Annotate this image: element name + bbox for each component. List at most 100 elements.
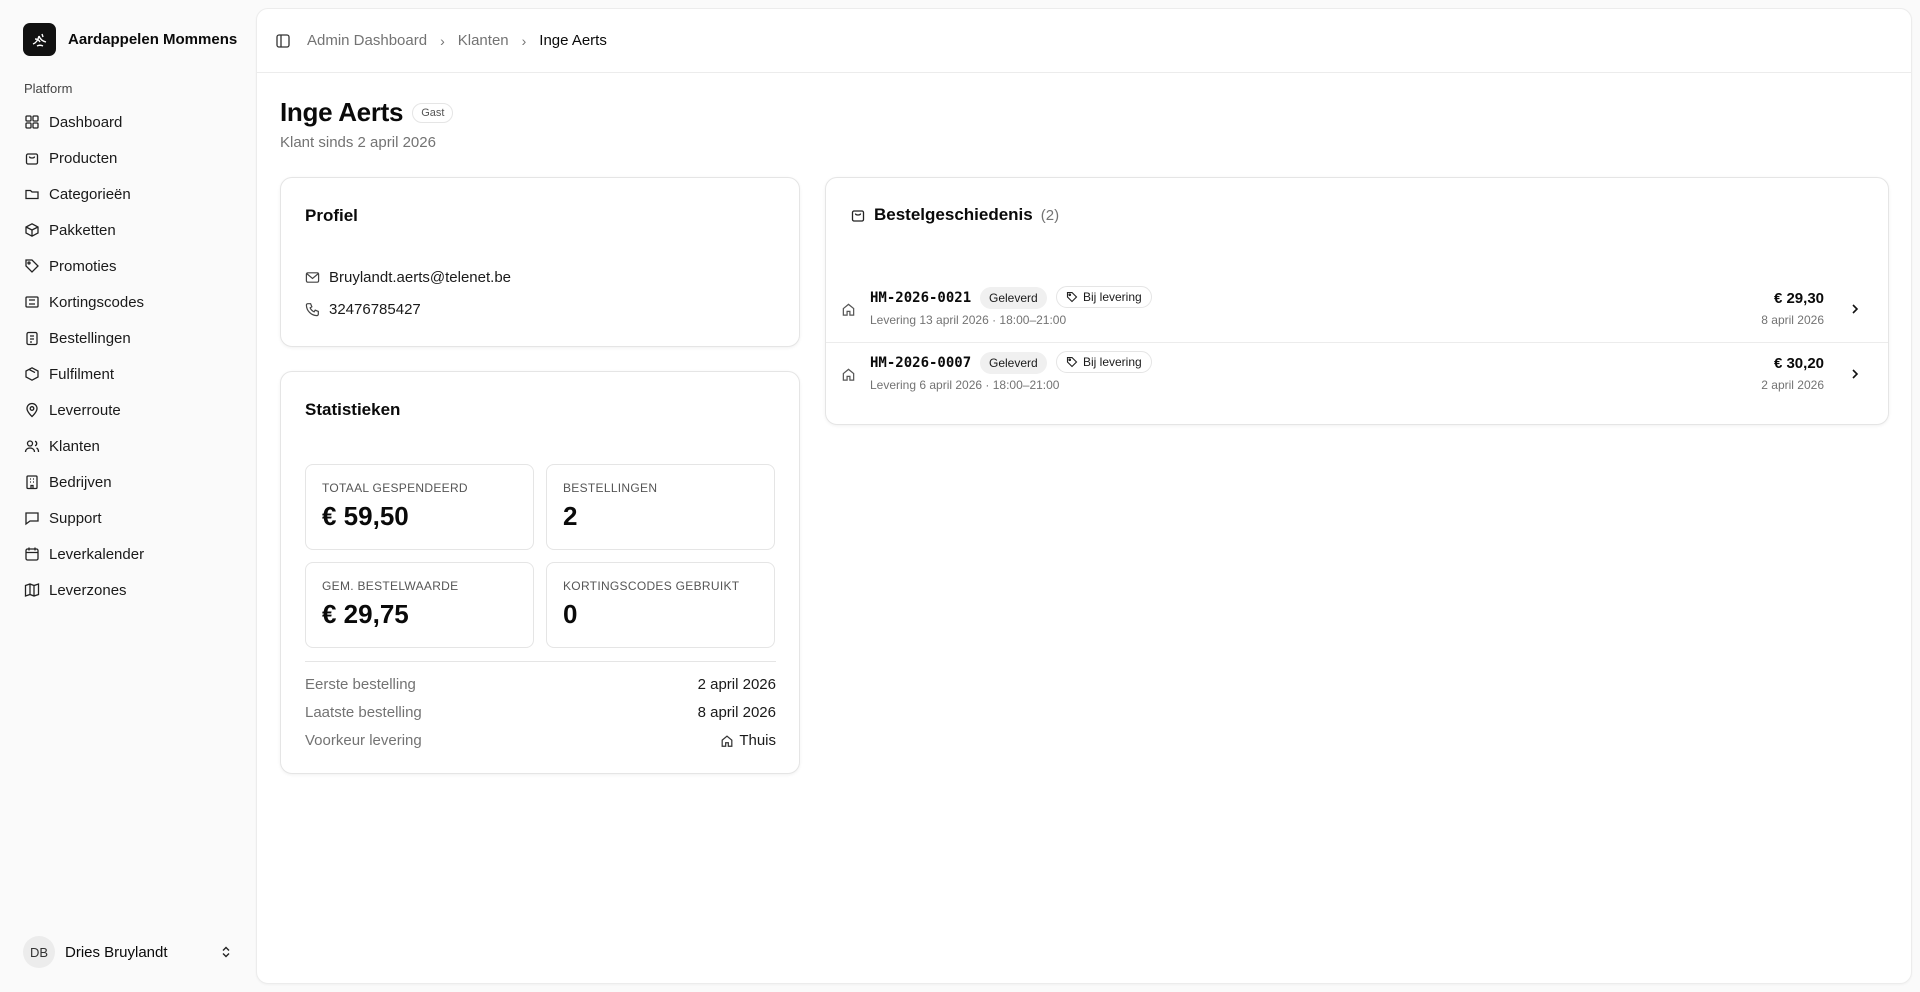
order-row[interactable]: HM-2026-0021 Geleverd Bij levering Lever… <box>826 278 1888 343</box>
chevron-right-icon <box>1852 304 1859 314</box>
guest-badge: Gast <box>412 102 454 123</box>
building-icon <box>26 475 38 490</box>
order-number: HM-2026-0021 <box>870 290 972 306</box>
phone-value[interactable]: 32476785427 <box>329 301 421 318</box>
sidebar-item-label: Producten <box>49 149 118 167</box>
shopping-bag-icon <box>851 210 865 222</box>
home-icon <box>842 368 855 381</box>
kv-value: 2 april 2026 <box>697 676 776 693</box>
sidebar-item-dashboard[interactable]: Dashboard <box>16 104 241 140</box>
sidebar-item-categorieen[interactable]: Categorieën <box>16 176 241 212</box>
breadcrumb: Admin Dashboard › Klanten › Inge Aerts <box>307 32 607 49</box>
order-history-title: Bestelgeschiedenis <box>874 205 1033 224</box>
avatar: DB <box>23 936 55 968</box>
map-pin-icon <box>26 402 38 418</box>
folder-icon <box>25 189 39 200</box>
customer-since: Klant sinds 2 april 2026 <box>280 134 436 151</box>
brand[interactable]: Aardappelen Mommens <box>23 23 237 56</box>
calendar-icon <box>25 547 39 561</box>
stat-tile-orders: BESTELLINGEN 2 <box>546 464 775 550</box>
stat-tile-total-spent: TOTAAL GESPENDEERD € 59,50 <box>305 464 534 550</box>
stat-tile-codes-used: KORTINGSCODES GEBRUIKT 0 <box>546 562 775 648</box>
sidebar-item-label: Bedrijven <box>49 473 112 491</box>
breadcrumb-klanten[interactable]: Klanten <box>458 32 509 49</box>
phone-icon <box>305 303 319 317</box>
profile-card: Profiel Bruylandt.aerts@telenet.be 32476… <box>280 177 800 347</box>
sidebar-item-bedrijven[interactable]: Bedrijven <box>16 464 241 500</box>
chevron-right-icon: › <box>521 32 527 49</box>
mail-icon <box>305 272 320 283</box>
chevron-right-icon: › <box>440 32 445 49</box>
sidebar-item-bestellingen[interactable]: Bestellingen <box>16 320 241 356</box>
payment-method-badge: Bij levering <box>1056 286 1152 308</box>
breadcrumb-admin-dashboard[interactable]: Admin Dashboard <box>307 32 427 49</box>
sidebar-item-label: Promoties <box>49 257 117 275</box>
order-total: € 29,30 <box>1773 290 1824 307</box>
stat-value: € 29,75 <box>322 599 409 629</box>
kv-label: Voorkeur levering <box>305 732 422 749</box>
stat-label: GEM. BESTELWAARDE <box>322 579 459 593</box>
brand-name: Aardappelen Mommens <box>68 31 238 48</box>
kv-label: Eerste bestelling <box>305 676 416 693</box>
stat-value: 2 <box>563 501 578 531</box>
sidebar-item-leverzones[interactable]: Leverzones <box>16 572 241 608</box>
box-icon <box>25 367 39 381</box>
payment-method-label: Bij levering <box>1083 290 1142 304</box>
sidebar-item-leverroute[interactable]: Leverroute <box>16 392 241 428</box>
kv-value: Thuis <box>739 732 776 749</box>
first-order-row: Eerste bestelling 2 april 2026 <box>305 676 776 693</box>
stat-label: TOTAAL GESPENDEERD <box>322 481 468 495</box>
sidebar-item-kortingscodes[interactable]: Kortingscodes <box>16 284 241 320</box>
sidebar-item-klanten[interactable]: Klanten <box>16 428 241 464</box>
order-date: 2 april 2026 <box>1761 378 1824 392</box>
tag-icon <box>1066 291 1078 303</box>
order-count: (2) <box>1040 206 1060 224</box>
statistics-title: Statistieken <box>305 400 401 419</box>
stat-label: BESTELLINGEN <box>563 481 658 495</box>
order-number: HM-2026-0007 <box>870 355 972 371</box>
stat-tile-avg-order: GEM. BESTELWAARDE € 29,75 <box>305 562 534 648</box>
sidebar-item-label: Kortingscodes <box>49 293 145 311</box>
sidebar-item-label: Support <box>49 509 102 527</box>
sidebar-toggle-icon[interactable] <box>275 33 291 49</box>
sidebar-item-label: Klanten <box>49 437 100 455</box>
tag-icon <box>1066 356 1078 368</box>
order-total: € 30,20 <box>1773 355 1824 372</box>
sidebar-item-label: Dashboard <box>49 113 123 131</box>
last-order-row: Laatste bestelling 8 april 2026 <box>305 704 776 721</box>
nav-group-label: Platform <box>24 81 73 96</box>
kv-label: Laatste bestelling <box>305 704 422 721</box>
payment-method-badge: Bij levering <box>1056 351 1152 373</box>
page-header: Inge Aerts Gast Klant sinds 2 april 2026 <box>280 97 454 151</box>
order-row[interactable]: HM-2026-0007 Geleverd Bij levering Lever… <box>826 343 1888 408</box>
order-history-card: Bestelgeschiedenis (2) HM-2026-0021 Gele… <box>825 177 1889 425</box>
status-badge: Geleverd <box>980 352 1047 374</box>
order-date: 8 april 2026 <box>1761 313 1824 327</box>
user-menu[interactable]: DB Dries Bruylandt <box>23 936 233 968</box>
sidebar-item-support[interactable]: Support <box>16 500 241 536</box>
sidebar-item-leverkalender[interactable]: Leverkalender <box>16 536 241 572</box>
profile-title: Profiel <box>305 206 358 225</box>
sidebar-item-promoties[interactable]: Promoties <box>16 248 241 284</box>
users-icon <box>24 440 40 453</box>
order-history-header: Bestelgeschiedenis (2) <box>850 205 1059 225</box>
email-row: Bruylandt.aerts@telenet.be <box>305 269 511 286</box>
phone-row: 32476785427 <box>305 301 421 318</box>
stat-value: € 59,50 <box>322 501 409 531</box>
sidebar-item-label: Bestellingen <box>49 329 131 347</box>
kv-value: 8 april 2026 <box>697 704 776 721</box>
stat-value: 0 <box>563 599 578 629</box>
sidebar-item-producten[interactable]: Producten <box>16 140 241 176</box>
shopping-bag-icon <box>25 153 39 165</box>
sidebar-nav: Dashboard Producten Categorieën Pakkette… <box>16 104 241 608</box>
sidebar-item-pakketten[interactable]: Pakketten <box>16 212 241 248</box>
map-icon <box>24 583 40 597</box>
sidebar-item-fulfilment[interactable]: Fulfilment <box>16 356 241 392</box>
potato-leaf-icon <box>23 23 56 56</box>
message-icon <box>25 512 39 526</box>
sidebar-item-label: Pakketten <box>49 221 116 239</box>
breadcrumb-current: Inge Aerts <box>539 32 607 49</box>
statistics-card: Statistieken TOTAAL GESPENDEERD € 59,50 … <box>280 371 800 774</box>
user-name: Dries Bruylandt <box>65 943 168 961</box>
email-value[interactable]: Bruylandt.aerts@telenet.be <box>329 269 511 286</box>
